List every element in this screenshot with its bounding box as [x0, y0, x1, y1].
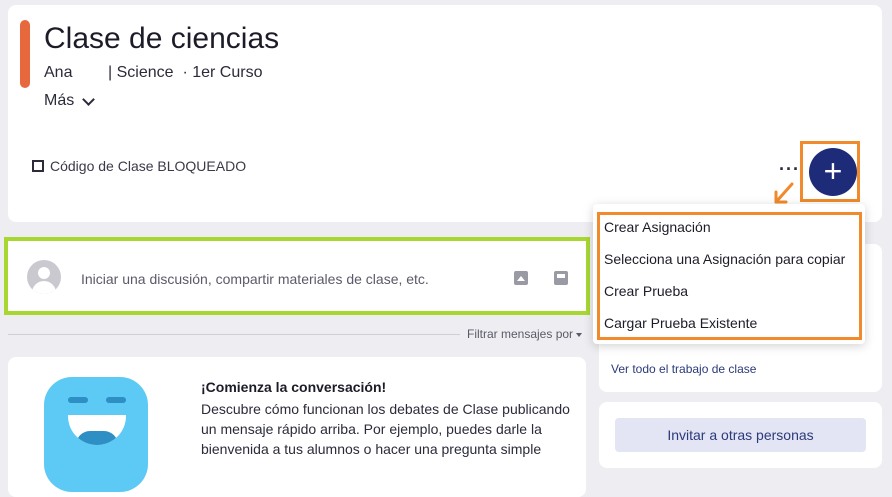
invite-button[interactable]: Invitar a otras personas [615, 418, 866, 452]
teacher-name: Ana [44, 64, 73, 81]
chevron-down-icon [82, 92, 96, 106]
view-all-classwork-link[interactable]: Ver todo el trabajo de clase [611, 362, 756, 376]
conversation-body: Descubre cómo funcionan los debates de C… [201, 401, 570, 457]
class-code[interactable]: Código de Clase BLOQUEADO [32, 158, 246, 174]
class-color-bar [20, 20, 30, 88]
caret-down-icon [576, 332, 583, 337]
menu-item-load-quiz[interactable]: Cargar Prueba Existente [604, 315, 757, 331]
more-dots-icon[interactable]: ··· [779, 160, 800, 178]
image-icon[interactable] [514, 271, 528, 285]
class-grade: · 1er Curso [182, 64, 263, 81]
scan-code-icon [32, 160, 44, 172]
menu-item-create-assignment[interactable]: Crear Asignación [604, 219, 711, 235]
chat-mascot-icon [44, 377, 148, 492]
menu-item-create-quiz[interactable]: Crear Prueba [604, 283, 688, 299]
class-subject: | Science [108, 64, 174, 81]
avatar-icon [27, 260, 61, 294]
filter-label: Filtrar mensajes por [467, 327, 574, 341]
menu-item-copy-assignment[interactable]: Selecciona una Asignación para copiar [604, 251, 845, 267]
class-code-label: Código de Clase BLOQUEADO [50, 158, 247, 174]
more-toggle[interactable]: Más [44, 92, 96, 110]
discussion-composer[interactable]: Iniciar una discusión, compartir materia… [4, 237, 590, 315]
conversation-title: ¡Comienza la conversación! [201, 379, 387, 395]
divider [8, 334, 460, 335]
filter-messages-dropdown[interactable]: Filtrar mensajes por [467, 327, 583, 341]
materials-icon[interactable] [554, 271, 568, 285]
conversation-card: ¡Comienza la conversación! Descubre cómo… [8, 357, 586, 497]
class-meta: Ana | Science · 1er Curso [44, 64, 262, 82]
class-title: Clase de ciencias [44, 22, 280, 55]
composer-prompt[interactable]: Iniciar una discusión, compartir materia… [81, 271, 429, 287]
more-label: Más [44, 92, 75, 109]
add-button[interactable]: + [809, 148, 857, 196]
